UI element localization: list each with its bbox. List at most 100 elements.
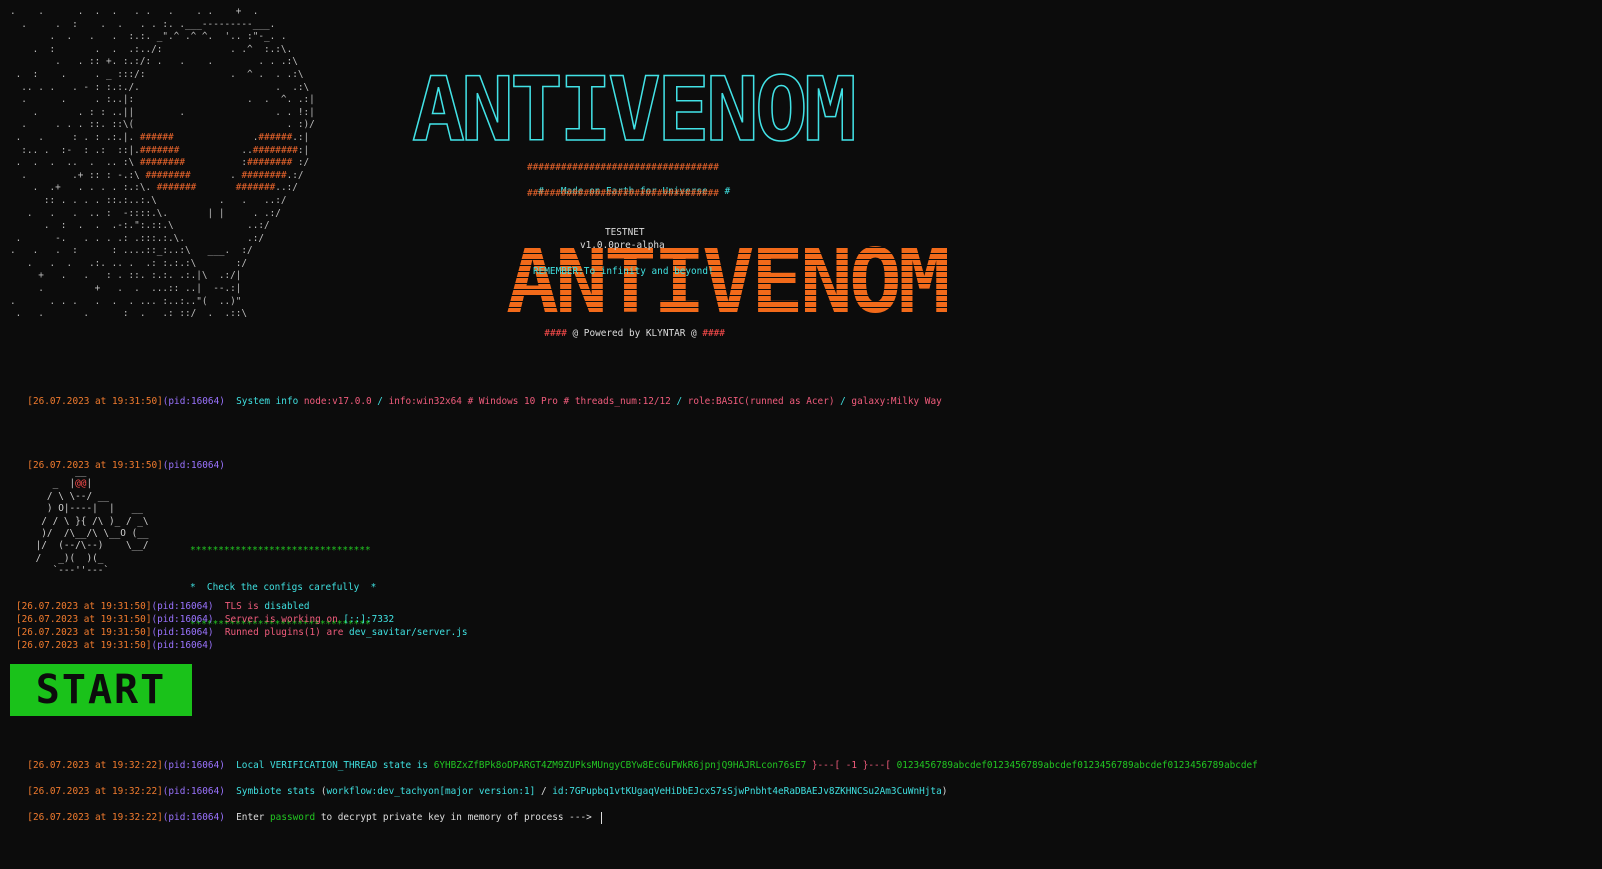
log-value: dev_savitar/server.js — [349, 627, 468, 638]
log-pid: (pid:16064) — [151, 601, 214, 612]
password-prompt[interactable]: [26.07.2023 at 19:32:22](pid:16064) Ente… — [16, 798, 603, 824]
robot-art-line: |/ (--/\--) \__/ — [30, 540, 149, 552]
ascii-robot-art: __ _ |@@| / \ \--/ __ ) O|----| | __ / /… — [30, 466, 149, 578]
log-label: Local VERIFICATION_THREAD state is — [236, 760, 434, 771]
separator: / — [834, 396, 852, 407]
version-label: v1.0.0pre-alpha — [580, 240, 665, 251]
banner-hash-bottom: ################################## — [527, 188, 719, 199]
separator: / — [670, 396, 688, 407]
robot-art-line: _ |@@| — [30, 478, 93, 490]
ascii-art-line: . . : . : .:.|. ###### .######.:| — [10, 131, 310, 143]
remember-text: REMEMBER:To infinity and beyond! — [533, 266, 714, 277]
ascii-art-line: .. . . . - : :.:./. . .:\ — [10, 81, 310, 93]
banner-hash-top: ################################## — [527, 162, 719, 173]
ascii-art-line: . . . .. . .. :\ ######## :######## :/ — [10, 157, 310, 169]
robot-art-line: / _)( )(_ — [30, 552, 104, 564]
log-value: [::]:7332 — [343, 614, 395, 625]
logo-outline: ANTIVENOM — [411, 58, 857, 161]
galaxy-text: galaxy:Milky Way — [851, 396, 942, 407]
log-symbiote-stats: [26.07.2023 at 19:32:22](pid:16064) Symb… — [16, 772, 947, 797]
ascii-art-line: . . . . . . . . . . + . — [10, 6, 259, 17]
text-cursor[interactable] — [601, 811, 603, 824]
log-pid: (pid:16064) — [151, 627, 214, 638]
powered-text: @ Powered by KLYNTAR @ — [566, 328, 703, 339]
ascii-art-line: :: . . . . ::.:..:.\ . . ..:/ — [10, 194, 287, 206]
log-pid: (pid:16064) — [162, 786, 225, 797]
log-list: [26.07.2023 at 19:31:50](pid:16064) TLS … — [16, 600, 468, 652]
separator: }---[ — [857, 760, 897, 771]
log-pid: (pid:16064) — [162, 812, 225, 823]
ascii-art-line: . . . . :.:. _".^ .^ ^. '.. :"-_. . — [10, 31, 287, 43]
log-row: [26.07.2023 at 19:31:50](pid:16064) Serv… — [16, 613, 468, 626]
ascii-art-line: . . . : . .: ::/ . .::\ — [10, 308, 248, 320]
role-text: role:BASIC(runned as Acer) — [687, 396, 835, 407]
prompt-password-word: password — [270, 812, 316, 823]
log-label: System info — [236, 396, 299, 407]
symbiote-id: id:7GPupbq1vtKUgaqVeHiDbEJcxS7sSjwPnbht4… — [552, 786, 942, 797]
powered-by: #### @ Powered by KLYNTAR @ #### — [533, 317, 725, 339]
log-pid: (pid:16064) — [151, 614, 214, 625]
robot-art-line: ) O|----| | __ — [30, 503, 143, 515]
verification-hash: 6YHBZxZfBPk8oDPARGT4ZM9ZUPksMUngyCBYw8Ec… — [433, 760, 807, 771]
ascii-art-line: . . :: +. :.:/: . . . . . .:\ — [10, 56, 298, 68]
log-timestamp: [26.07.2023 at 19:31:50] — [16, 614, 152, 625]
ascii-art-line: . . . .. : -::::.\. | | . .:/ — [10, 207, 281, 219]
log-label: Symbiote stats — [236, 786, 321, 797]
ascii-art-line: . . : . . . . :. .___---------___. — [10, 18, 276, 30]
log-pid: (pid:16064) — [151, 640, 214, 651]
log-system-info: [26.07.2023 at 19:31:50](pid:16064) Syst… — [16, 382, 941, 407]
ascii-art-line: . : . . _ :::/: . ^ . . .:\ — [10, 68, 304, 80]
verification-index: -1 — [845, 760, 858, 771]
log-timestamp: [26.07.2023 at 19:32:22] — [27, 812, 163, 823]
log-timestamp: [26.07.2023 at 19:31:50] — [16, 601, 152, 612]
ascii-art-line: . + . . ...:: ..| --.:| — [10, 283, 242, 295]
config-stars-top: ******************************** — [190, 544, 371, 556]
log-timestamp: [26.07.2023 at 19:32:22] — [27, 786, 163, 797]
network-label: TESTNET — [605, 227, 645, 238]
log-timestamp: [26.07.2023 at 19:32:22] — [27, 760, 163, 771]
ascii-art-line: . . . .:. .. . .: :.:.:\ :/ — [10, 257, 248, 269]
log-row: [26.07.2023 at 19:31:50](pid:16064) — [16, 639, 468, 652]
symbiote-workflow: workflow:dev_tachyon[major version:1] — [326, 786, 536, 797]
config-warning-text: * Check the configs carefully * — [190, 582, 377, 594]
verification-value: 0123456789abcdef0123456789abcdef01234567… — [896, 760, 1258, 771]
log-message: TLS is — [224, 601, 265, 612]
log-pid: (pid:16064) — [162, 396, 225, 407]
robot-art-line: )/ /\__/\ \__O (__ — [30, 528, 149, 540]
log-verification-state: [26.07.2023 at 19:32:22](pid:16064) Loca… — [16, 746, 1258, 771]
log-message: Server is working on — [224, 614, 344, 625]
log-timestamp: [26.07.2023 at 19:31:50] — [16, 627, 152, 638]
powered-hash-left: #### — [544, 328, 567, 339]
robot-art-line: `---''---` — [30, 565, 110, 577]
powered-hash-right: #### — [702, 328, 725, 339]
node-version: node:v17.0.0 — [303, 396, 372, 407]
ascii-art-line: . .+ :: : -.:\ ######## . ########.:/ — [10, 169, 304, 181]
log-timestamp: [26.07.2023 at 19:31:50] — [16, 640, 152, 651]
separator: / — [371, 396, 389, 407]
separator: }---[ — [806, 760, 846, 771]
robot-art-line: / \ \--/ __ — [30, 490, 110, 502]
start-banner: START — [10, 664, 192, 716]
ascii-art-line: + . . : . ::. :.:. .:.|\ .:/| — [10, 270, 242, 282]
log-timestamp: [26.07.2023 at 19:31:50] — [27, 396, 163, 407]
ascii-art-line: . .+ . . . . :.:\. ####### #######..:/ — [10, 182, 298, 194]
log-pid: (pid:16064) — [162, 460, 225, 471]
robot-art-line: __ — [30, 466, 87, 477]
ascii-art-line: . : . . .:../: . .^ :.:\. — [10, 43, 293, 55]
robot-art-line: / / \ }{ /\ )_ / _\ — [30, 515, 149, 527]
log-pid: (pid:16064) — [162, 760, 225, 771]
system-info-text: info:win32x64 # Windows 10 Pro # threads… — [388, 396, 671, 407]
log-empty: [26.07.2023 at 19:31:50](pid:16064) — [16, 446, 225, 471]
log-value: disabled — [264, 601, 310, 612]
prompt-text: Enter — [236, 812, 271, 823]
ascii-art-line: . . . . ::. ::\( . :)/ — [10, 119, 315, 131]
ascii-art-line: . : . . .-:.":.::.\ ..:/ — [10, 220, 270, 232]
ascii-art-line: . . . :..|: . . ^. .:| — [10, 94, 315, 106]
ascii-art-line: . . : : ..|| . . . !:| — [10, 106, 315, 118]
prompt-text-rest: to decrypt private key in memory of proc… — [315, 812, 598, 823]
log-message: Runned plugins(1) are — [224, 627, 350, 638]
log-row: [26.07.2023 at 19:31:50](pid:16064) TLS … — [16, 600, 468, 613]
paren: ) — [941, 786, 948, 797]
log-row: [26.07.2023 at 19:31:50](pid:16064) Runn… — [16, 626, 468, 639]
ascii-art-line: . . . : : ....::_:..:\ ___. :/ — [10, 245, 253, 257]
